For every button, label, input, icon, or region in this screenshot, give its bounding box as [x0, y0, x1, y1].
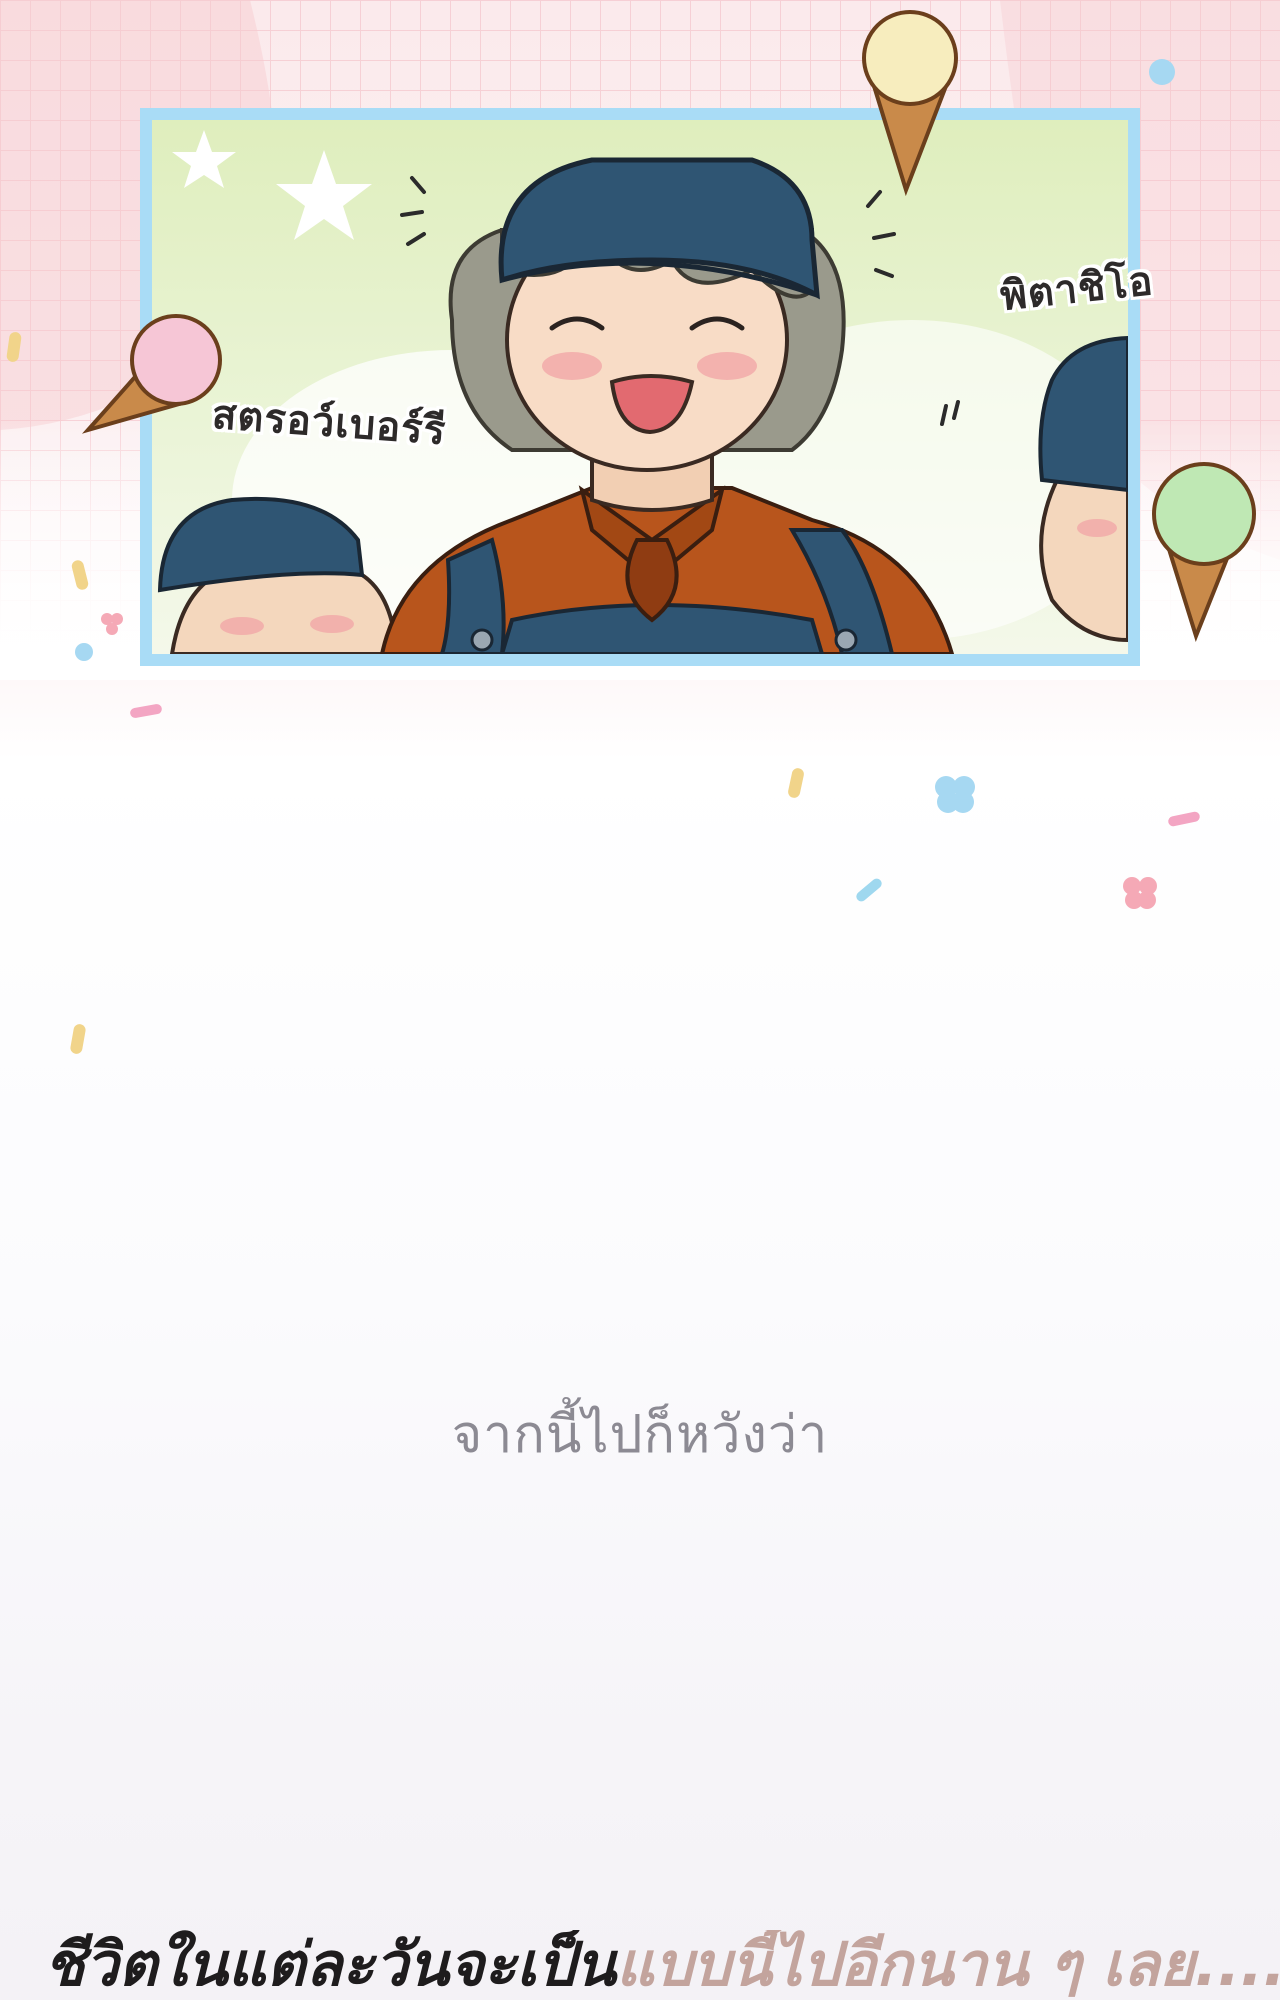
right-character [1038, 335, 1128, 643]
narration-bottom-part1: ชีวิตในแต่ละวันจะเป็น [44, 1930, 617, 2000]
comic-page: สตรอว์เบอร์รี พิตาชิโอ จากนี้ไปก็หวังว่า… [0, 0, 1280, 2000]
narration-caption: จากนี้ไปก็หวังว่า [451, 1405, 829, 1465]
narration-bottom: ชีวิตในแต่ละวันจะเป็นแบบนี้ไปอีกนาน ๆ เล… [44, 1930, 1280, 2000]
narration-bottom-part2: แบบนี้ไปอีกนาน ๆ เลย...... [616, 1930, 1280, 2000]
star-icon [172, 130, 372, 240]
